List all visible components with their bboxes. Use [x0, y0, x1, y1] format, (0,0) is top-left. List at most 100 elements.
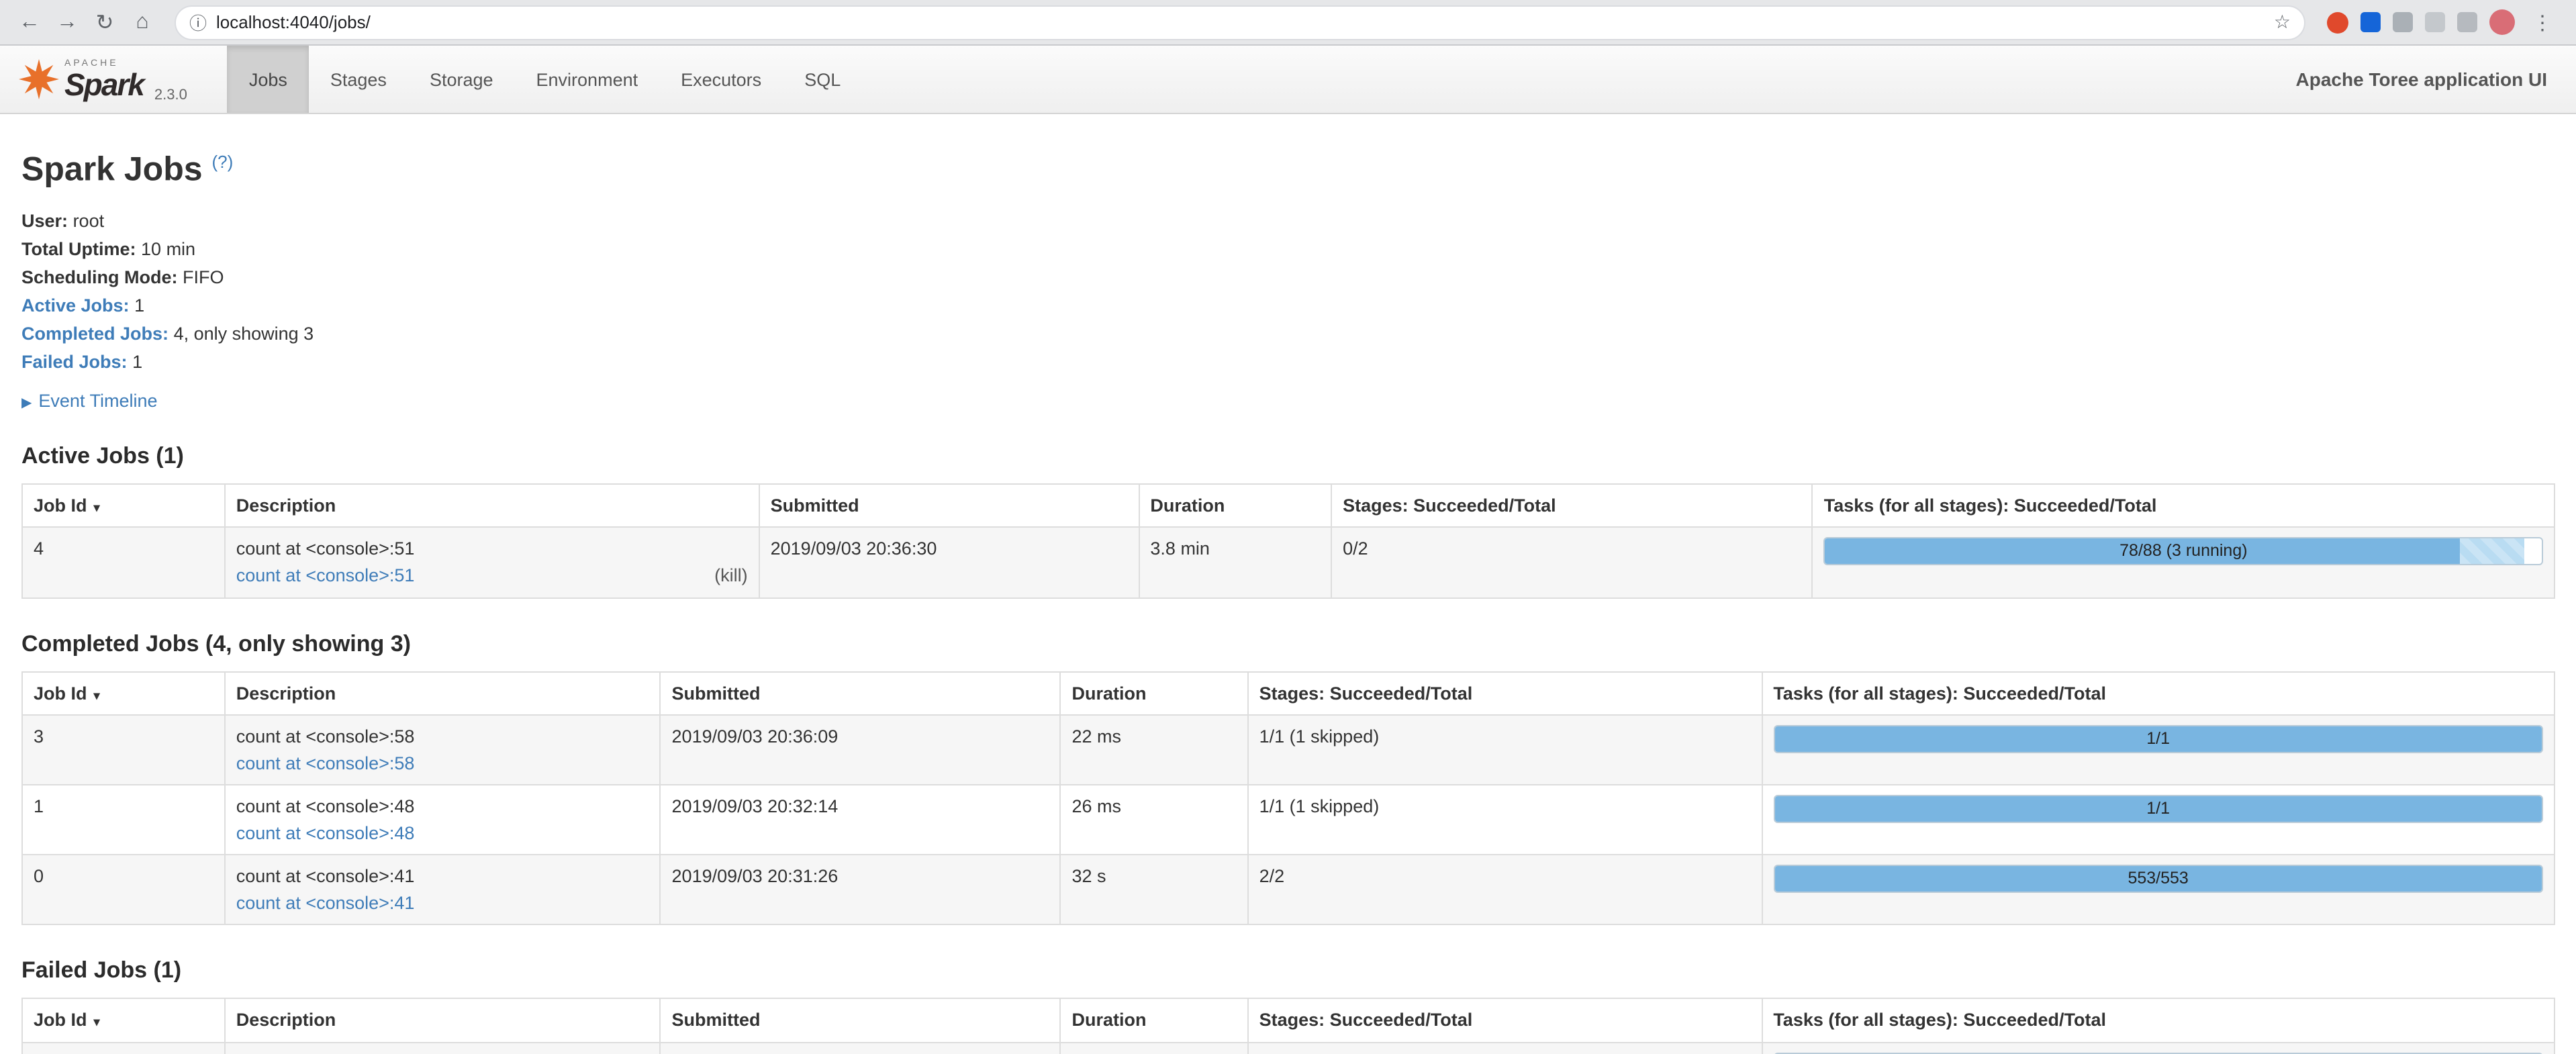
stages-cell: 1/1 (1 skipped)	[1248, 715, 1762, 785]
column-header-2[interactable]: Submitted	[759, 484, 1139, 528]
column-header-4[interactable]: Stages: Succeeded/Total	[1331, 484, 1813, 528]
site-info-icon[interactable]: ⓘ	[189, 9, 207, 35]
column-header-5[interactable]: Tasks (for all stages): Succeeded/Total	[1762, 671, 2555, 715]
submitted-cell: 2019/09/03 20:33:23	[661, 1043, 1061, 1054]
kill-link[interactable]: (kill)	[714, 563, 748, 589]
extension-icon-2[interactable]	[2425, 12, 2445, 32]
progress-label: 553/553	[1774, 867, 2542, 892]
column-header-3[interactable]: Duration	[1061, 999, 1248, 1043]
bookmark-star-icon[interactable]: ☆	[2274, 11, 2291, 34]
tab-sql[interactable]: SQL	[783, 46, 862, 113]
summary-completed-value: 4, only showing 3	[174, 324, 314, 344]
column-header-1[interactable]: Description	[225, 671, 661, 715]
column-label: Duration	[1072, 1010, 1147, 1031]
job-id-cell: 2	[22, 1043, 225, 1054]
description-line2: count at <console>:58	[236, 750, 649, 776]
column-label: Description	[236, 495, 336, 516]
summary-scheduling-mode: Scheduling Mode: FIFO	[21, 265, 2555, 293]
summary-failed-jobs: Failed Jobs: 1	[21, 349, 2555, 377]
column-label: Tasks (for all stages): Succeeded/Total	[1773, 1010, 2106, 1031]
column-header-1[interactable]: Description	[225, 999, 661, 1043]
tasks-progress-bar: 78/88 (3 running)	[1824, 538, 2543, 566]
table-row: 1count at <console>:48count at <console>…	[22, 785, 2555, 855]
column-label: Duration	[1150, 495, 1225, 516]
description-cell: count at <console>:58count at <console>:…	[225, 715, 661, 785]
address-bar[interactable]: ⓘ localhost:4040/jobs/ ☆	[175, 5, 2305, 40]
extension-icon-3[interactable]	[2457, 12, 2477, 32]
description-link[interactable]: count at <console>:48	[236, 820, 415, 847]
tasks-cell: 56/87 (1 skipped)	[1762, 1043, 2555, 1054]
column-label: Description	[236, 683, 336, 703]
tab-stages[interactable]: Stages	[309, 46, 408, 113]
extension-blue-icon[interactable]	[2360, 12, 2381, 32]
profile-avatar[interactable]	[2489, 9, 2515, 35]
stages-cell: 0/1 (1 failed) (1 skipped)	[1248, 1043, 1762, 1054]
column-label: Submitted	[672, 683, 761, 703]
description-link[interactable]: count at <console>:51	[236, 563, 415, 589]
apache-label: APACHE	[64, 58, 144, 68]
home-icon[interactable]: ⌂	[126, 6, 158, 38]
reload-icon[interactable]: ↻	[89, 6, 121, 38]
extension-icon-1[interactable]	[2393, 12, 2413, 32]
column-header-4[interactable]: Stages: Succeeded/Total	[1248, 671, 1762, 715]
description-text: count at <console>:41	[236, 1051, 649, 1054]
completed-jobs-link[interactable]: Completed Jobs:	[21, 324, 169, 344]
section-heading: Failed Jobs (1)	[21, 958, 2555, 985]
tasks-cell: 553/553	[1762, 855, 2555, 925]
column-label: Submitted	[672, 1010, 761, 1031]
header-row: Job Id▾ Description Submitted Duration Stage…	[22, 484, 2555, 528]
tasks-progress-bar: 553/553	[1773, 865, 2543, 894]
column-header-2[interactable]: Submitted	[661, 999, 1061, 1043]
column-header-5[interactable]: Tasks (for all stages): Succeeded/Total	[1813, 484, 2555, 528]
summary-scheduling-value: FIFO	[183, 267, 224, 287]
column-label: Stages: Succeeded/Total	[1259, 683, 1473, 703]
description-link[interactable]: count at <console>:58	[236, 750, 415, 776]
event-timeline-toggle[interactable]: ▶Event Timeline	[21, 391, 2555, 411]
browser-menu-icon[interactable]: ⋮	[2527, 10, 2558, 34]
column-header-3[interactable]: Duration	[1061, 671, 1248, 715]
column-label: Tasks (for all stages): Succeeded/Total	[1824, 495, 2157, 516]
description-line2: count at <console>:48	[236, 820, 649, 847]
tab-storage[interactable]: Storage	[408, 46, 515, 113]
column-header-3[interactable]: Duration	[1139, 484, 1331, 528]
table-row: 3count at <console>:58count at <console>…	[22, 715, 2555, 785]
page-title-text: Spark Jobs	[21, 151, 203, 189]
stages-cell: 0/2	[1331, 528, 1813, 597]
forward-icon[interactable]: →	[51, 6, 83, 38]
progress-label: 1/1	[1774, 796, 2542, 822]
sort-caret-icon: ▾	[94, 501, 100, 514]
page-title: Spark Jobs (?)	[21, 144, 2555, 190]
column-header-5[interactable]: Tasks (for all stages): Succeeded/Total	[1762, 999, 2555, 1043]
column-header-4[interactable]: Stages: Succeeded/Total	[1248, 999, 1762, 1043]
column-label: Submitted	[771, 495, 859, 516]
tab-jobs[interactable]: Jobs	[228, 46, 309, 113]
column-header-0[interactable]: Job Id▾	[22, 999, 225, 1043]
summary-user-label: User:	[21, 211, 68, 232]
progress-label: 1/1	[1774, 726, 2542, 752]
active-jobs-link[interactable]: Active Jobs:	[21, 295, 130, 316]
duration-cell: 3.8 min	[1139, 528, 1331, 597]
column-header-2[interactable]: Submitted	[661, 671, 1061, 715]
tasks-progress-bar: 1/1	[1773, 725, 2543, 753]
column-header-1[interactable]: Description	[225, 484, 759, 528]
column-header-0[interactable]: Job Id▾	[22, 484, 225, 528]
application-title: Apache Toree application UI	[2296, 68, 2576, 90]
section-heading: Active Jobs (1)	[21, 443, 2555, 470]
duration-cell: 26 ms	[1061, 785, 1248, 855]
description-text: count at <console>:48	[236, 794, 649, 820]
back-icon[interactable]: ←	[13, 6, 46, 38]
extension-adblock-icon[interactable]	[2327, 11, 2348, 33]
column-header-0[interactable]: Job Id▾	[22, 671, 225, 715]
spark-star-icon	[19, 59, 59, 99]
summary-uptime-label: Total Uptime:	[21, 240, 136, 260]
tab-executors[interactable]: Executors	[659, 46, 783, 113]
tab-environment[interactable]: Environment	[515, 46, 660, 113]
tasks-progress-bar: 1/1	[1773, 795, 2543, 823]
summary-failed-value: 1	[132, 352, 142, 372]
url-text[interactable]: localhost:4040/jobs/	[216, 12, 371, 32]
description-link[interactable]: count at <console>:41	[236, 890, 415, 916]
table-row: 2count at <console>:41count at <console>…	[22, 1043, 2555, 1054]
failed-jobs-link[interactable]: Failed Jobs:	[21, 352, 128, 372]
tasks-cell: 1/1	[1762, 715, 2555, 785]
help-link[interactable]: (?)	[211, 152, 233, 172]
